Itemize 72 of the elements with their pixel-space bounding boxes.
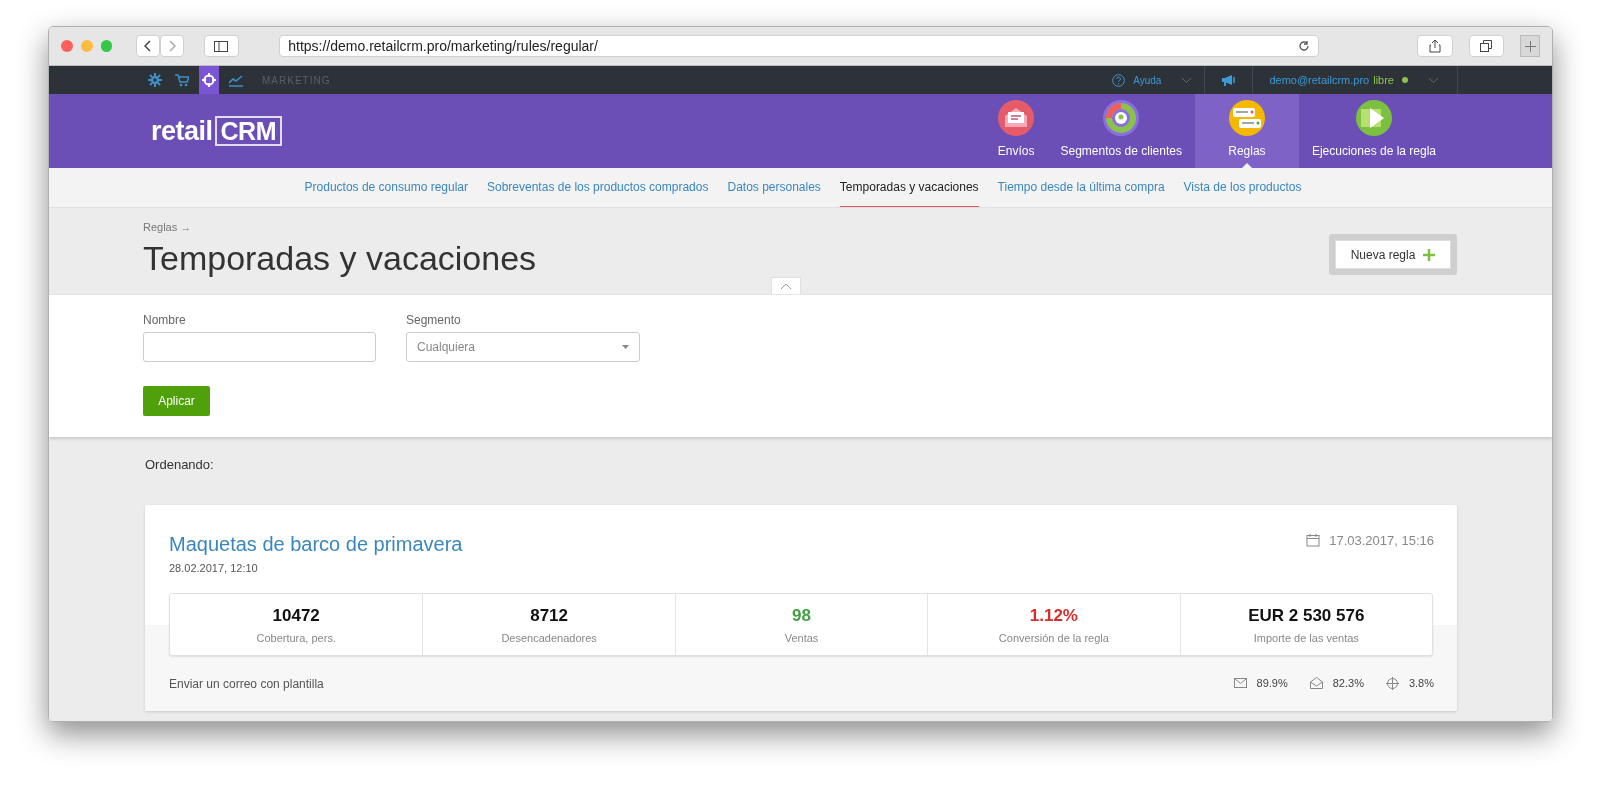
line-chart-icon	[229, 73, 243, 87]
sidebar-icon	[214, 40, 229, 52]
new-tab-button[interactable]	[1520, 35, 1540, 57]
stat-label: Ventas	[784, 631, 819, 646]
chevron-down-icon	[1428, 76, 1439, 84]
rule-action: Enviar un correo con plantilla	[169, 675, 325, 693]
share-icon	[1429, 39, 1442, 53]
segment-dropdown[interactable]: Cualquiera	[406, 332, 640, 362]
nav-tab[interactable]: Segmentos de clientes	[1047, 94, 1195, 168]
stat-value: EUR 2 530 576	[1248, 604, 1365, 627]
back-button[interactable]	[136, 35, 161, 57]
caret-icon	[622, 345, 629, 349]
stat-value: 98	[792, 604, 811, 627]
module-tab[interactable]	[199, 66, 219, 94]
tabs-button[interactable]	[1468, 35, 1505, 57]
subnav-tab[interactable]: Vista de los productos	[1183, 168, 1302, 207]
stat-label: Desencadenadores	[501, 631, 597, 646]
address-bar[interactable]: https://demo.retailcrm.pro/marketing/rules/regular/	[279, 35, 1320, 57]
logo[interactable]: retail CRM	[151, 94, 282, 168]
metric-value: 3.8%	[1408, 676, 1434, 692]
subnav-tab[interactable]: Productos de consumo regular	[304, 168, 468, 207]
chevron-left-icon	[144, 40, 153, 52]
plus-icon	[1524, 40, 1536, 52]
nav-tab[interactable]: Envíos	[984, 94, 1048, 168]
help-menu[interactable]: Ayuda	[1100, 66, 1205, 94]
subnav-tab[interactable]: Sobreventas de los productos comprados	[487, 168, 709, 207]
pie-chart-icon	[1103, 100, 1140, 136]
calendar-icon	[1306, 533, 1322, 548]
stat-label: Cobertura, pers.	[256, 631, 336, 646]
plus-icon	[1423, 248, 1436, 261]
apply-button[interactable]: Aplicar	[143, 386, 210, 416]
stat-label: Conversión de la regla	[998, 631, 1109, 646]
rule-link[interactable]: Maquetas de barco de primavera	[169, 528, 1307, 559]
chevron-right-icon	[167, 40, 176, 52]
megaphone-icon	[1221, 74, 1237, 86]
crosshair-icon	[1385, 677, 1399, 690]
stat-value: 8712	[530, 604, 568, 627]
tabs-icon	[1480, 40, 1493, 52]
subnav-tab[interactable]: Temporadas y vacaciones	[839, 168, 979, 207]
field-label: Segmento	[406, 312, 462, 329]
field-label: Nombre	[143, 312, 187, 329]
cards-icon	[1228, 100, 1265, 136]
user-menu[interactable]: demo@retailcrm.pro libre	[1253, 66, 1457, 94]
crosshair-icon	[202, 73, 216, 87]
share-button[interactable]	[1417, 35, 1453, 57]
envelope-icon	[998, 100, 1035, 136]
rule-date: 17.03.2017, 15:16	[1329, 531, 1434, 550]
name-field[interactable]	[143, 332, 376, 362]
new-rule-button[interactable]: Nueva regla	[1335, 240, 1451, 269]
help-icon	[1112, 73, 1126, 87]
envelope-icon	[1233, 677, 1247, 690]
subnav-tab[interactable]: Tiempo desde la última compra	[997, 168, 1165, 207]
page-title: Temporadas y vacaciones	[143, 237, 538, 279]
metric-value: 89.9%	[1256, 676, 1288, 692]
subnav-tab[interactable]: Datos personales	[727, 168, 821, 207]
gear-icon	[148, 73, 162, 87]
nav-tab[interactable]: Reglas	[1194, 94, 1299, 168]
stat-value: 1.12%	[1029, 604, 1078, 627]
sorting-label: Ordenando:	[145, 456, 215, 474]
chevron-up-icon	[780, 282, 792, 290]
reload-icon[interactable]	[1298, 40, 1311, 52]
metric-value: 82.3%	[1332, 676, 1364, 692]
cart-icon	[175, 73, 189, 87]
nav-tab[interactable]: Ejecuciones de la regla	[1298, 94, 1449, 168]
chevron-down-icon	[1181, 76, 1193, 84]
play-icon	[1355, 100, 1392, 136]
rule-created-date: 28.02.2017, 12:10	[169, 560, 259, 576]
open-envelope-icon	[1309, 677, 1323, 690]
sidebar-button[interactable]	[203, 35, 240, 57]
stat-value: 10472	[272, 604, 320, 627]
breadcrumb[interactable]: Reglas →	[143, 219, 1329, 236]
stat-label: Importe de las ventas	[1253, 631, 1359, 646]
